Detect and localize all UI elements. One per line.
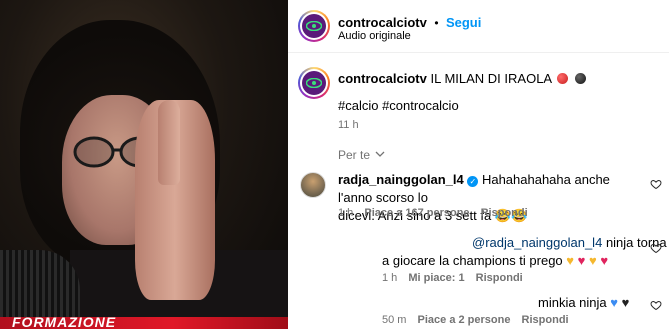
caption-time: 11 h [338, 119, 359, 131]
comment-3-time: 50 m [382, 314, 407, 326]
eye-logo-icon [302, 71, 326, 95]
comment-2-likes[interactable]: Mi piace: 1 [408, 272, 464, 284]
black-circle-icon [574, 73, 586, 84]
reel-video[interactable]: FORMAZIONE [0, 0, 288, 329]
sort-dropdown[interactable]: Per te [338, 148, 385, 162]
yellow-heart-icon: ♥ [566, 253, 575, 268]
comment-1-likes[interactable]: Piace a 167 persone [364, 207, 469, 219]
chevron-down-icon [375, 151, 385, 157]
comment-2-time: 1 h [382, 272, 398, 284]
comment-2-text-line2: a giocare la champions ti prego [382, 253, 563, 268]
comment-3-meta: 50 m Piace a 2 persone Rispondi [382, 314, 569, 326]
follow-button[interactable]: Segui [446, 15, 481, 30]
video-person-finger [158, 100, 180, 185]
comment-1-username[interactable]: radja_nainggolan_l4 [338, 172, 464, 187]
caption-hashtags[interactable]: #calcio #controcalcio [338, 97, 459, 115]
comment-3-body: minkia ninja ♥ ♥ [538, 294, 629, 312]
audio-label[interactable]: Audio originale [338, 30, 411, 42]
header-avatar[interactable] [298, 10, 330, 42]
comments-panel: controcalciotv • Segui Audio originale c… [288, 0, 669, 329]
eye-logo-icon [302, 14, 326, 38]
comment-3-likes[interactable]: Piace a 2 persone [418, 314, 511, 326]
header-divider [288, 52, 669, 53]
comment-1-time: 1 h [338, 207, 354, 219]
comment-1-reply-button[interactable]: Rispondi [481, 207, 528, 219]
comment-2-mention[interactable]: @radja_nainggolan_l4 [472, 235, 602, 250]
red-heart-icon: ♥ [600, 253, 609, 268]
comment-2-body: @radja_nainggolan_l4 ninja torna a gioca… [382, 234, 667, 270]
comment-3-like-heart-icon[interactable] [650, 299, 662, 311]
caption-username[interactable]: controcalciotv [338, 71, 427, 86]
comment-2-reply-button[interactable]: Rispondi [476, 272, 523, 284]
red-circle-icon [557, 73, 569, 84]
sort-label: Per te [338, 148, 371, 162]
comment-3-text-line1: minkia ninja [538, 295, 607, 310]
comment-1-like-heart-icon[interactable] [650, 178, 662, 190]
yellow-heart-icon: ♥ [588, 253, 597, 268]
caption-line: controcalciotv IL MILAN DI IRAOLA [338, 70, 586, 88]
header-username[interactable]: controcalciotv [338, 15, 427, 30]
blue-heart-icon: ♥ [610, 295, 618, 310]
video-banner-text: FORMAZIONE [12, 317, 117, 329]
verified-badge-icon: ✓ [467, 176, 479, 187]
video-banner: FORMAZIONE [0, 317, 288, 329]
black-heart-icon: ♥ [621, 295, 630, 310]
comment-3-reply-button[interactable]: Rispondi [522, 314, 569, 326]
comment-2-meta: 1 h Mi piace: 1 Rispondi [382, 272, 523, 284]
header-separator: • [434, 16, 439, 30]
comment-1-meta: 1 h Piace a 167 persone Rispondi [338, 207, 528, 219]
caption-avatar[interactable] [298, 67, 330, 99]
comment-2-like-heart-icon[interactable] [650, 242, 662, 254]
comment-1-avatar[interactable] [300, 172, 326, 198]
caption-text: IL MILAN DI IRAOLA [430, 71, 552, 86]
red-heart-icon: ♥ [577, 253, 586, 268]
